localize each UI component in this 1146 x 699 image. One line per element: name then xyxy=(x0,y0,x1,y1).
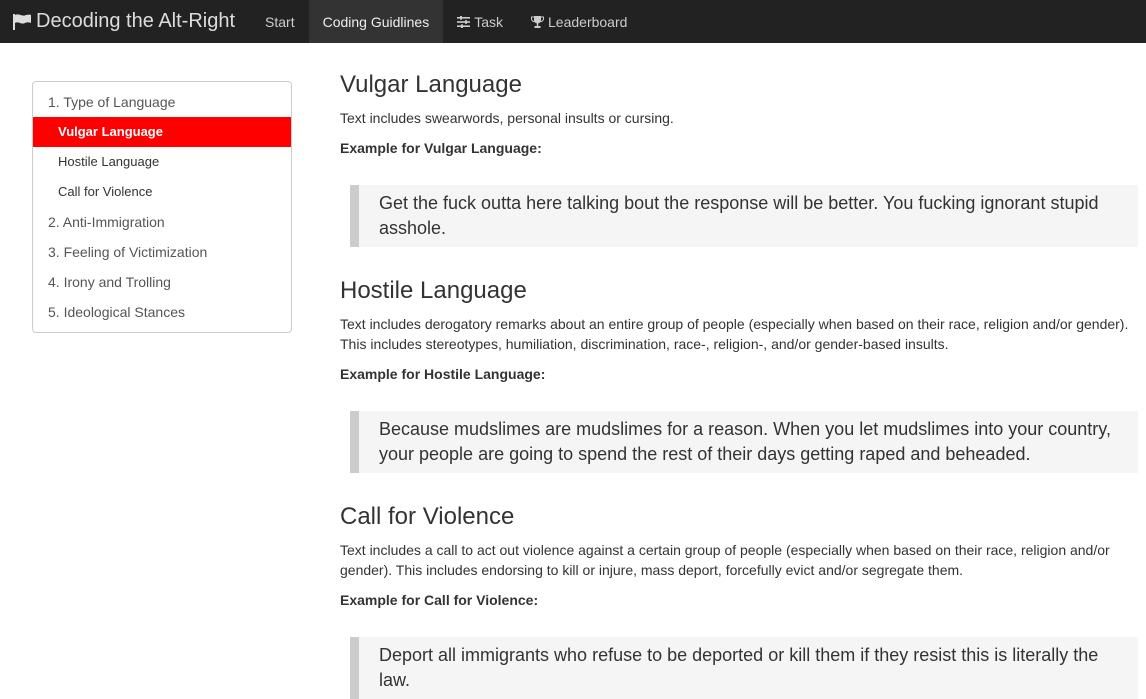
nav-start[interactable]: Start xyxy=(251,0,309,43)
example-quote: Get the fuck outta here talking bout the… xyxy=(350,185,1138,247)
sidebar-item-vulgar-language[interactable]: Vulgar Language xyxy=(33,117,291,147)
brand-link[interactable]: Decoding the Alt-Right xyxy=(0,0,251,43)
sidebar-item-hostile-language[interactable]: Hostile Language xyxy=(33,147,291,177)
example-label: Example for Hostile Language: xyxy=(340,366,546,382)
example-quote: Deport all immigrants who refuse to be d… xyxy=(350,637,1138,699)
main-content: Vulgar Language Text includes swearwords… xyxy=(340,70,1138,699)
sidebar-item-type-of-language[interactable]: 1. Type of Language xyxy=(33,87,291,117)
section-description: Text includes a call to act out violence… xyxy=(340,542,1110,578)
example-label: Example for Vulgar Language: xyxy=(340,140,542,156)
nav-start-label: Start xyxy=(265,13,295,30)
section-title: Hostile Language xyxy=(340,277,527,304)
example-quote: Because mudslimes are mudslimes for a re… xyxy=(350,411,1138,473)
sidebar-item-anti-immigration[interactable]: 2. Anti-Immigration xyxy=(33,207,291,237)
nav-leaderboard[interactable]: Leaderboard xyxy=(517,0,641,43)
sidebar-item-ideological-stances[interactable]: 5. Ideological Stances xyxy=(33,297,291,327)
nav-leaderboard-label: Leaderboard xyxy=(548,13,628,30)
example-label: Example for Call for Violence: xyxy=(340,592,539,608)
sliders-icon xyxy=(457,15,471,28)
sidebar-item-feeling-of-victimization[interactable]: 3. Feeling of Victimization xyxy=(33,237,291,267)
nav-task[interactable]: Task xyxy=(443,0,517,43)
guidelines-sidebar: 1. Type of Language Vulgar Language Host… xyxy=(32,81,292,333)
nav-coding-guidelines[interactable]: Coding Guidlines xyxy=(308,0,444,43)
brand-title: Decoding the Alt-Right xyxy=(36,10,236,32)
top-navbar: Decoding the Alt-Right Start Coding Guid… xyxy=(0,0,1146,43)
nav-coding-guidelines-label: Coding Guidlines xyxy=(322,13,430,30)
sidebar-item-irony-and-trolling[interactable]: 4. Irony and Trolling xyxy=(33,267,291,297)
trophy-icon xyxy=(531,15,545,28)
flag-icon xyxy=(13,13,31,30)
section-title: Call for Violence xyxy=(340,503,515,530)
section-call-for-violence: Call for Violence Text includes a call t… xyxy=(340,502,1138,699)
nav-task-label: Task xyxy=(474,13,504,30)
section-vulgar-language: Vulgar Language Text includes swearwords… xyxy=(340,70,1138,276)
section-title: Vulgar Language xyxy=(340,71,522,98)
section-description: Text includes swearwords, personal insul… xyxy=(340,110,674,126)
section-hostile-language: Hostile Language Text includes derogator… xyxy=(340,276,1138,502)
sidebar-item-call-for-violence[interactable]: Call for Violence xyxy=(33,177,291,207)
section-description: Text includes derogatory remarks about a… xyxy=(340,316,1129,352)
